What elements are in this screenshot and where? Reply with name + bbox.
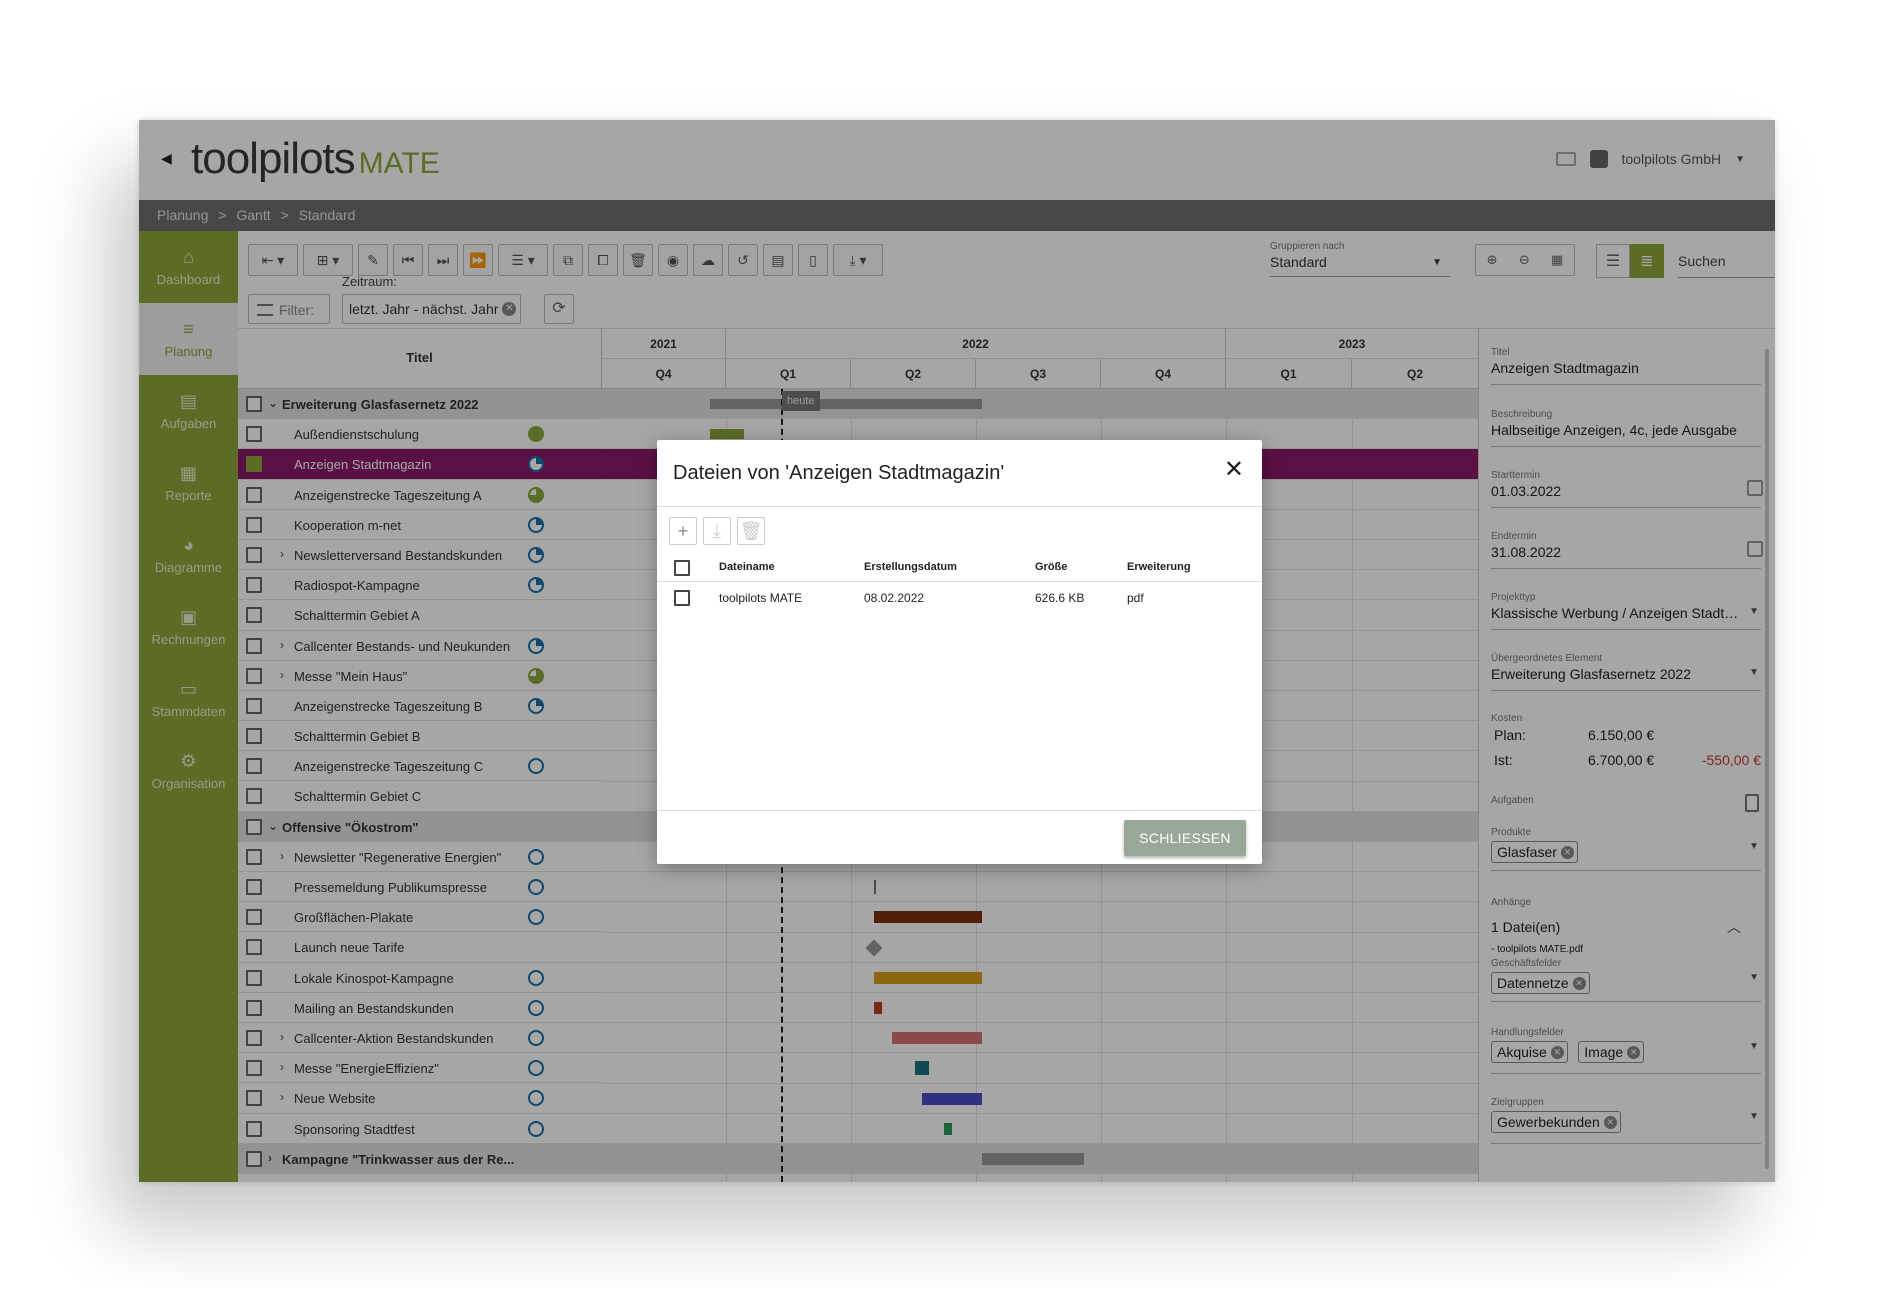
files-table: Dateiname Erstellungsdatum Größe Erweite… — [657, 552, 1262, 612]
download-file-button[interactable]: ⤓ — [703, 517, 731, 545]
dialog-title: Dateien von 'Anzeigen Stadtmagazin' — [673, 462, 1005, 484]
divider — [657, 810, 1262, 811]
table-header: Dateiname Erstellungsdatum Größe Erweite… — [657, 552, 1262, 582]
select-all-checkbox[interactable] — [674, 560, 690, 576]
row-checkbox[interactable] — [674, 590, 690, 606]
add-file-button[interactable]: + — [669, 517, 697, 545]
divider — [657, 506, 1262, 507]
close-button[interactable]: SCHLIESSEN — [1124, 820, 1246, 856]
table-row[interactable]: toolpilots MATE 08.02.2022 626.6 KB pdf — [657, 582, 1262, 612]
close-icon[interactable]: ✕ — [1224, 458, 1244, 482]
delete-file-button[interactable]: 🗑 — [737, 517, 765, 545]
files-dialog: Dateien von 'Anzeigen Stadtmagazin' ✕ + … — [657, 440, 1262, 864]
